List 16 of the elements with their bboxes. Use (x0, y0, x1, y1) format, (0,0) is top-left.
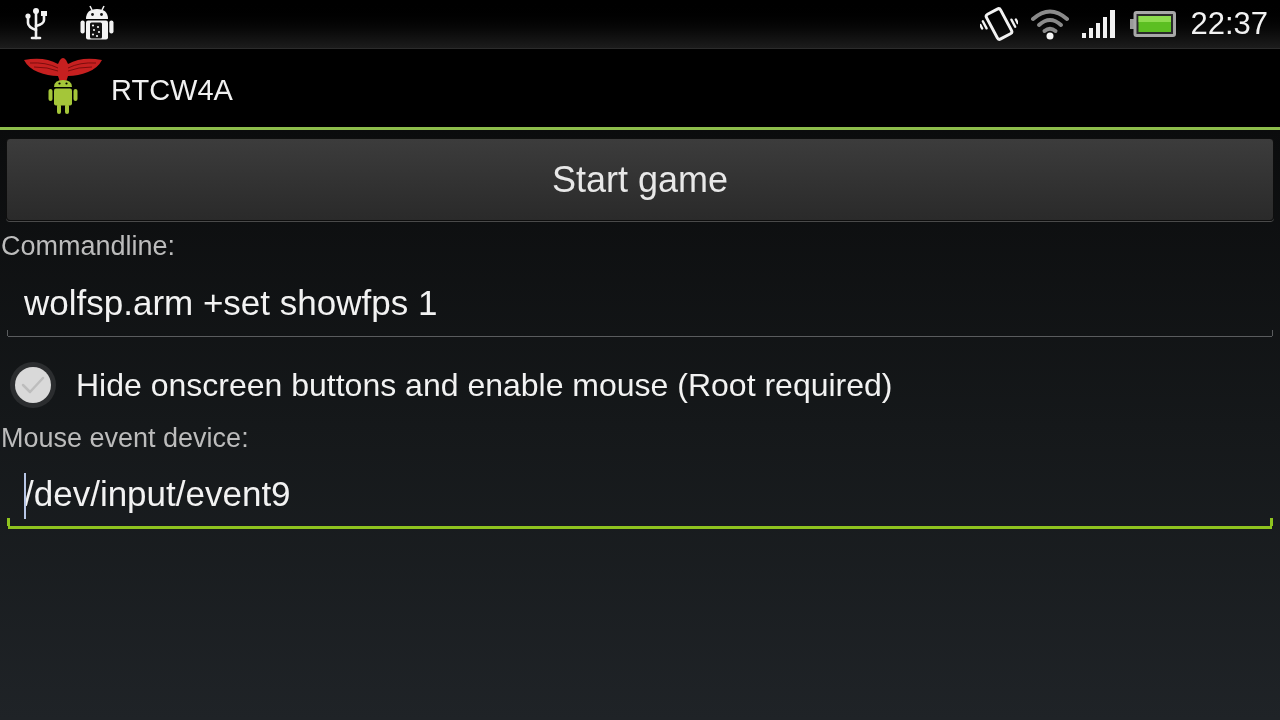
field-label: Mouse event device: (0, 422, 250, 453)
wifi-icon (1030, 8, 1071, 40)
field-label: Commandline: (0, 230, 177, 261)
checkbox[interactable] (9, 361, 57, 409)
text-field[interactable]: /dev/input/event9 (8, 465, 1272, 529)
start-game-button[interactable]: Start game (6, 138, 1274, 221)
checkbox-label: Hide onscreen buttons and enable mouse (Root required) (76, 366, 893, 404)
signal-icon (1082, 10, 1117, 38)
app-title: RTCW4A (111, 73, 233, 107)
usb-icon (24, 7, 48, 41)
battery-icon (1130, 11, 1177, 37)
status-time: 22:37 (1190, 6, 1268, 42)
robot-icon (80, 5, 114, 43)
vibrate-icon (980, 6, 1019, 42)
text-field[interactable]: wolfsp.arm +set showfps 1 (8, 273, 1272, 337)
text-cursor (24, 473, 26, 519)
